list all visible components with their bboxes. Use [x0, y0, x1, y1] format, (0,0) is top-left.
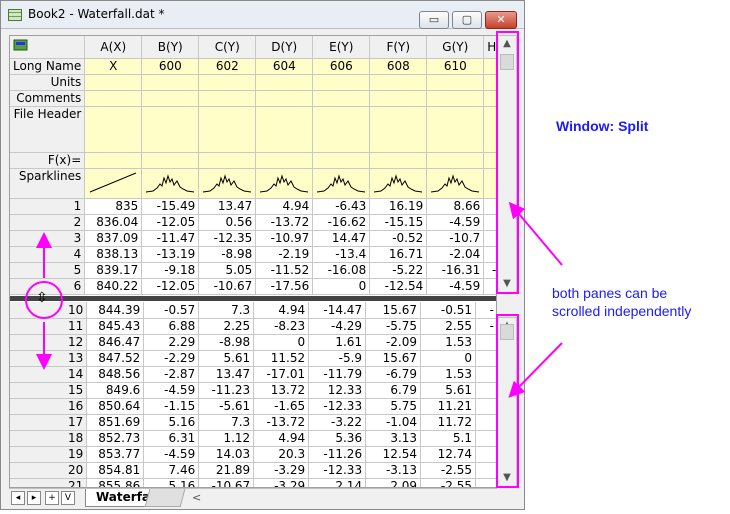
annotation-arrows — [36, 201, 563, 398]
scroll-note-line-1: both panes can be — [552, 285, 668, 301]
scroll-note-line-2: scrolled independently — [552, 303, 692, 319]
pointer-arrow-bottom-icon — [508, 342, 563, 398]
pointer-arrow-top-icon — [508, 201, 563, 266]
split-title-annotation: Window: Split — [556, 118, 649, 134]
